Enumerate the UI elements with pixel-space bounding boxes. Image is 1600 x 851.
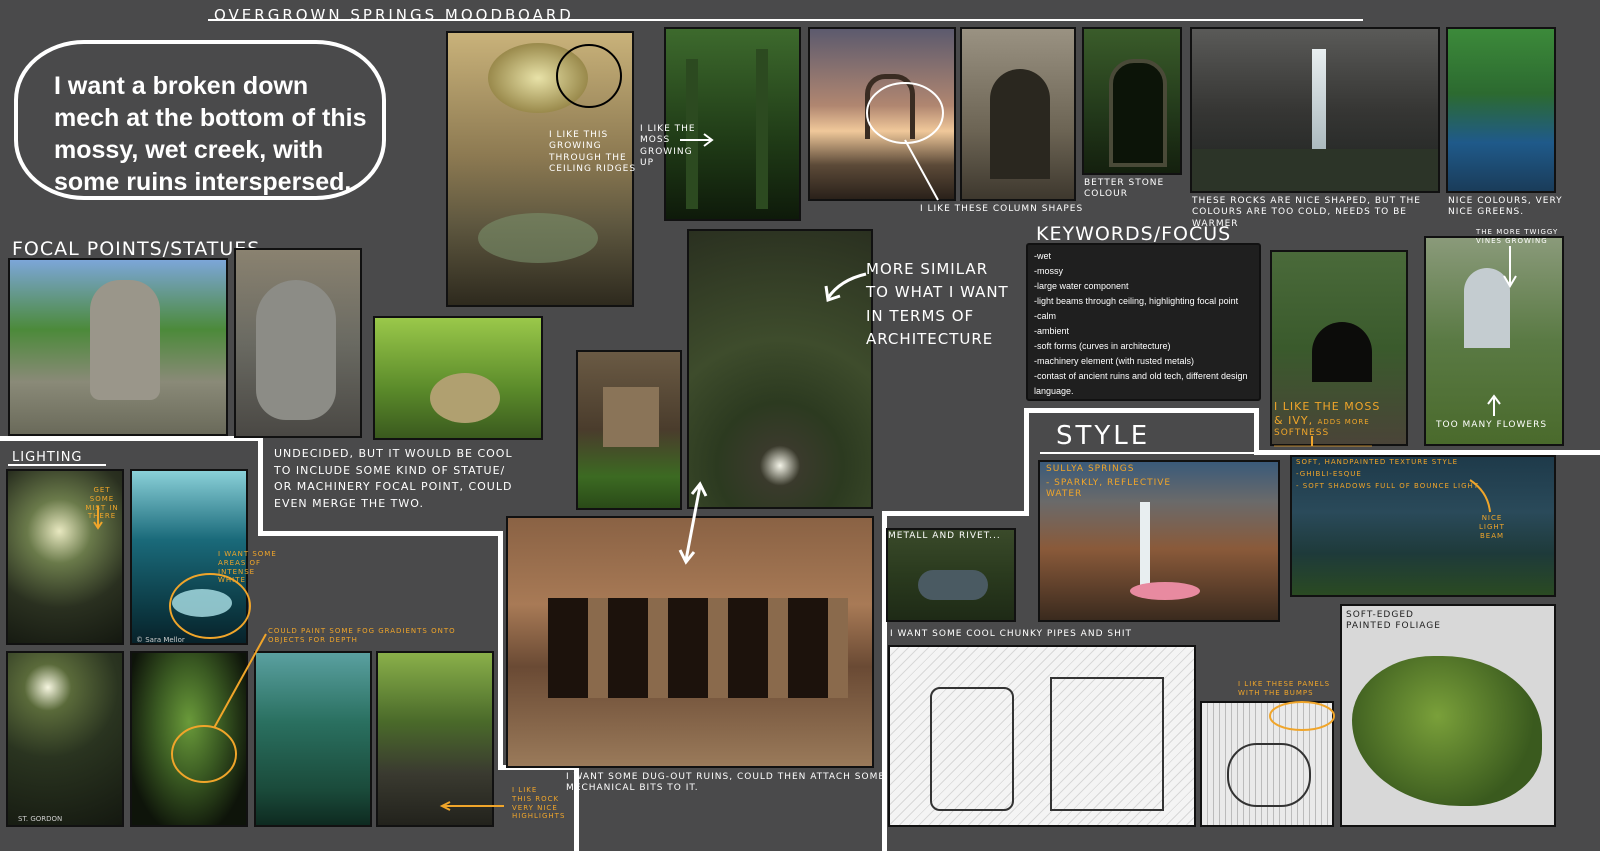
arrow-mark xyxy=(1487,394,1501,416)
arrow-mark xyxy=(93,506,103,530)
arrow-mark xyxy=(213,633,267,729)
arrow-mark xyxy=(1469,479,1491,513)
circle-mark xyxy=(171,725,237,783)
circle-mark xyxy=(556,44,622,108)
arrow-mark xyxy=(824,272,867,302)
annotation-doodles xyxy=(93,44,1517,811)
circle-mark xyxy=(1269,701,1335,731)
arrow-mark xyxy=(904,139,939,201)
arrow-mark xyxy=(1503,246,1517,288)
circle-mark xyxy=(169,573,251,639)
arrow-mark xyxy=(680,133,714,147)
double-arrow-mark xyxy=(678,481,708,565)
circle-mark xyxy=(866,82,944,144)
arrow-mark xyxy=(439,801,504,811)
